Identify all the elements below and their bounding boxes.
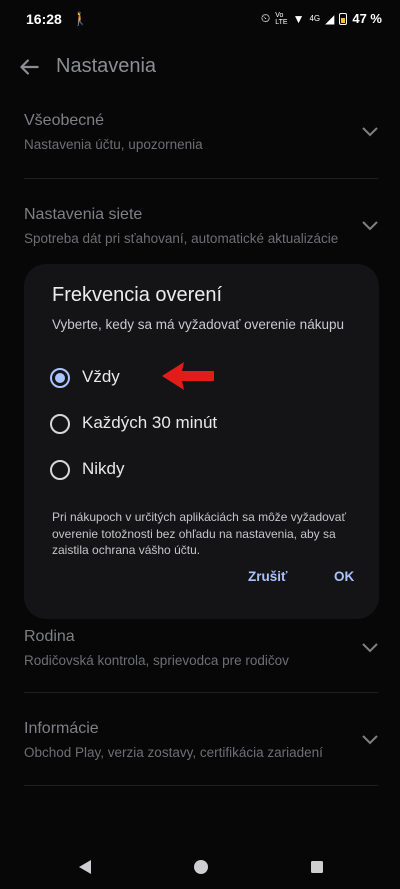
battery-percent: 47 % — [352, 11, 382, 26]
option-never[interactable]: Nikdy — [44, 450, 364, 490]
page-title: Nastavenia — [56, 55, 157, 77]
settings-item-subtitle: Nastavenia účtu, upozornenia — [24, 137, 203, 152]
nav-home-icon[interactable] — [193, 859, 209, 875]
dialog-title: Frekvencia overení — [52, 284, 223, 306]
option-every-30-minutes[interactable]: Každých 30 minút — [44, 404, 364, 444]
radio-unselected-icon[interactable] — [50, 414, 70, 434]
divider — [24, 178, 378, 179]
settings-item-subtitle: Obchod Play, verzia zostavy, certifikáci… — [24, 745, 323, 760]
divider — [24, 785, 378, 786]
settings-item-about[interactable]: Informácie Obchod Play, verzia zostavy, … — [0, 708, 400, 778]
settings-item-title: Rodina — [24, 628, 75, 645]
chevron-down-icon — [362, 735, 378, 745]
radio-selected-icon[interactable] — [50, 368, 70, 388]
chevron-down-icon — [362, 127, 378, 137]
settings-item-subtitle: Rodičovská kontrola, sprievodca pre rodi… — [24, 653, 289, 668]
wifi-icon: ▼ — [292, 11, 305, 26]
status-time: 16:28 — [26, 11, 62, 27]
cancel-button[interactable]: Zrušiť — [248, 569, 287, 584]
settings-item-general[interactable]: Všeobecné Nastavenia účtu, upozornenia — [0, 100, 400, 178]
settings-item-title: Všeobecné — [24, 112, 105, 129]
battery-icon — [339, 12, 348, 25]
divider — [24, 692, 378, 693]
radio-unselected-icon[interactable] — [50, 460, 70, 480]
chevron-down-icon — [362, 643, 378, 653]
option-label: Každých 30 minút — [82, 413, 218, 432]
walking-icon: 🚶 — [72, 11, 89, 26]
alarm-icon: ⏲ — [260, 11, 271, 25]
chevron-down-icon — [362, 221, 378, 231]
app-bar: Nastavenia — [0, 38, 400, 94]
dialog-subtitle: Vyberte, kedy sa má vyžadovať overenie n… — [52, 317, 344, 332]
back-arrow-icon[interactable] — [16, 54, 42, 80]
navigation-bar — [0, 845, 400, 889]
status-icons: ⏲ Vo LTE ▼ 4G ◢ 47 % — [261, 11, 382, 26]
settings-item-subtitle: Spotreba dát pri sťahovaní, automatické … — [24, 231, 339, 246]
volte-icon: Vo LTE — [275, 11, 288, 26]
settings-item-title: Nastavenia siete — [24, 206, 143, 223]
status-bar: 16:28 🚶 ⏲ Vo LTE ▼ 4G ◢ 47 % — [0, 0, 400, 38]
dialog-note: Pri nákupoch v určitých aplikáciách sa m… — [52, 510, 346, 557]
nav-back-icon[interactable] — [77, 859, 93, 875]
verification-frequency-dialog: Frekvencia overení Vyberte, kedy sa má v… — [24, 264, 379, 619]
settings-item-family[interactable]: Rodina Rodičovská kontrola, sprievodca p… — [0, 616, 400, 686]
settings-item-title: Informácie — [24, 720, 99, 737]
nav-recents-icon[interactable] — [310, 860, 324, 874]
signal-icon: ◢ — [325, 11, 335, 26]
option-label: Vždy — [82, 367, 120, 386]
red-arrow-annotation-icon — [162, 362, 214, 390]
network-type: 4G — [309, 14, 321, 23]
settings-item-network[interactable]: Nastavenia siete Spotreba dát pri sťahov… — [0, 194, 400, 254]
ok-button[interactable]: OK — [334, 569, 354, 584]
option-label: Nikdy — [82, 459, 125, 478]
